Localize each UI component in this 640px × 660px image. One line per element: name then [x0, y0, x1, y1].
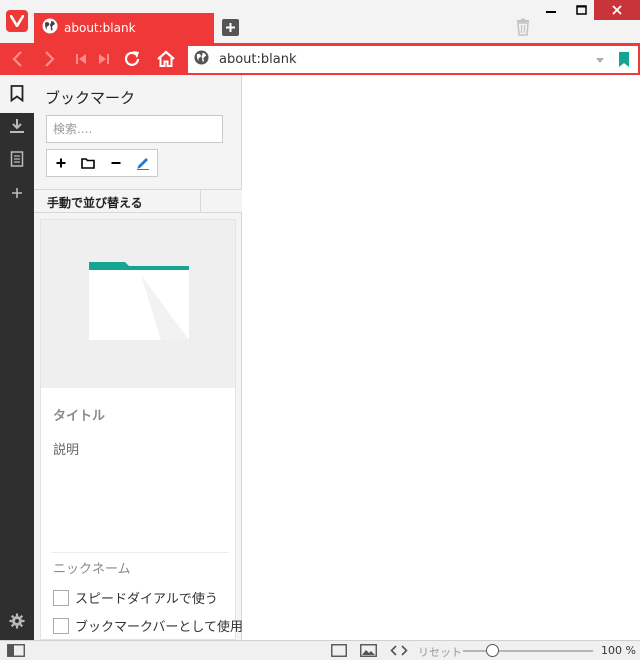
code-icon[interactable]	[390, 644, 408, 660]
minimize-icon	[546, 11, 556, 13]
arrow-left-icon	[12, 51, 22, 67]
bookmark-bar-checkbox[interactable]	[53, 617, 69, 634]
fast-forward-button[interactable]	[94, 49, 114, 69]
chevron-down-icon[interactable]	[595, 54, 605, 69]
sort-header[interactable]: 手動で並び替える	[34, 189, 242, 213]
maximize-icon	[575, 5, 587, 15]
panel-toggle-icon[interactable]	[7, 644, 25, 660]
download-icon	[10, 119, 24, 133]
gear-icon	[9, 613, 25, 629]
minimize-button[interactable]	[536, 0, 566, 20]
sort-label: 手動で並び替える	[47, 196, 143, 210]
forward-button[interactable]	[40, 49, 60, 69]
bookmarks-panel-button[interactable]	[8, 84, 26, 102]
plus-icon	[12, 188, 22, 198]
rewind-icon	[76, 54, 86, 64]
reload-button[interactable]	[122, 49, 142, 69]
add-folder-button[interactable]	[75, 150, 103, 176]
address-bar	[0, 43, 640, 75]
page-content[interactable]	[242, 75, 640, 640]
panel-strip	[0, 75, 34, 640]
add-panel-button[interactable]	[8, 184, 26, 202]
home-button[interactable]	[156, 49, 176, 69]
downloads-panel-button[interactable]	[8, 117, 26, 135]
settings-button[interactable]	[8, 612, 26, 630]
status-bar: リセット 100 %	[0, 640, 640, 660]
add-bookmark-button[interactable]	[47, 150, 75, 176]
pencil-icon	[137, 158, 150, 170]
bookmark-preview	[41, 220, 235, 388]
zoom-value: 100 %	[601, 644, 636, 657]
bookmark-title-field[interactable]: タイトル	[53, 405, 105, 424]
search-input[interactable]	[46, 115, 223, 143]
zoom-reset-button[interactable]: リセット	[418, 644, 462, 660]
url-input[interactable]	[219, 49, 579, 70]
edit-bookmark-button[interactable]	[130, 150, 158, 176]
folder-thumbnail-icon	[89, 262, 189, 340]
delete-bookmark-button[interactable]	[102, 150, 130, 176]
tab-title: about:blank	[64, 21, 136, 35]
bookmark-details-card: タイトル 説明 ニックネーム スピードダイアルで使う ブックマークバーとして使用	[40, 219, 243, 640]
home-icon	[157, 50, 175, 67]
bookmark-nickname-field[interactable]: ニックネーム	[53, 558, 131, 577]
title-bar: about:blank	[0, 0, 640, 43]
sort-divider	[200, 190, 201, 212]
plus-icon	[56, 158, 66, 168]
tab-about-blank[interactable]: about:blank	[34, 13, 214, 43]
arrow-right-icon	[45, 51, 55, 67]
folder-icon	[81, 157, 96, 169]
url-field[interactable]	[188, 46, 638, 73]
trash-icon[interactable]	[514, 18, 532, 36]
bookmark-bar-label: ブックマークバーとして使用	[75, 620, 243, 635]
plus-icon	[226, 23, 235, 32]
close-button[interactable]	[594, 0, 640, 20]
notes-panel-button[interactable]	[8, 150, 26, 168]
back-button[interactable]	[7, 49, 27, 69]
globe-icon	[42, 18, 58, 38]
bookmark-toolbar	[46, 149, 158, 177]
rewind-button[interactable]	[71, 49, 91, 69]
fast-forward-icon	[99, 54, 109, 64]
zoom-slider-thumb[interactable]	[486, 644, 500, 657]
bookmark-panel-icon	[10, 84, 24, 102]
image-icon[interactable]	[360, 644, 377, 660]
maximize-button[interactable]	[566, 0, 596, 20]
bookmark-icon[interactable]	[618, 52, 630, 72]
speed-dial-checkbox-row[interactable]: スピードダイアルで使う	[53, 588, 218, 607]
divider	[51, 552, 229, 553]
zoom-slider-track[interactable]	[463, 650, 593, 652]
minus-icon	[111, 162, 121, 164]
window-tile-icon[interactable]	[331, 644, 347, 660]
new-tab-button[interactable]	[222, 19, 239, 36]
reload-icon	[124, 51, 140, 66]
bookmark-description-field[interactable]: 説明	[53, 439, 79, 458]
bookmark-bar-checkbox-row[interactable]: ブックマークバーとして使用	[53, 616, 243, 635]
notes-icon	[10, 151, 24, 167]
bookmarks-panel: ブックマーク 手動で並び替える タイトル 説明 ニックネーム	[34, 75, 243, 640]
vivaldi-logo-icon[interactable]	[6, 10, 28, 32]
speed-dial-checkbox[interactable]	[53, 589, 69, 606]
panel-title: ブックマーク	[45, 89, 136, 107]
speed-dial-label: スピードダイアルで使う	[75, 592, 218, 607]
site-info-icon[interactable]	[194, 50, 209, 69]
close-icon	[612, 5, 622, 15]
